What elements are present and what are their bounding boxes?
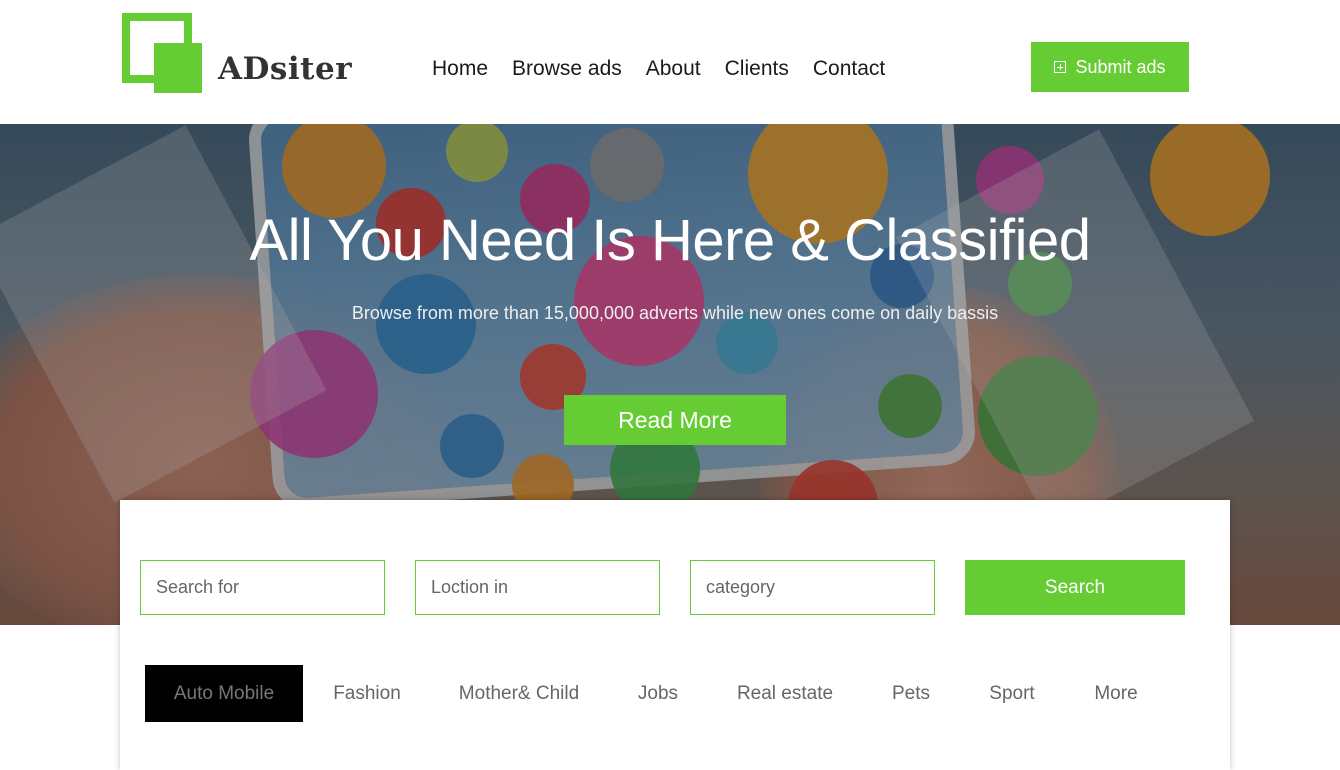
site-header: ADsiter Home Browse ads About Clients Co… [0,0,1340,124]
tab-pets[interactable]: Pets [861,665,961,722]
submit-ads-label: Submit ads [1075,56,1166,77]
nav-contact[interactable]: Contact [813,57,885,81]
site-logo[interactable]: ADsiter [122,13,362,95]
tab-jobs[interactable]: Jobs [607,665,709,722]
hero-title: All You Need Is Here & Classified [249,208,1091,273]
nav-about[interactable]: About [646,57,701,81]
nav-clients[interactable]: Clients [725,57,789,81]
read-more-button[interactable]: Read More [564,395,786,445]
category-tabs: Auto Mobile Fashion Mother& Child Jobs R… [145,665,1169,722]
hero-subtitle: Browse from more than 15,000,000 adverts… [351,303,999,323]
tab-mother-child[interactable]: Mother& Child [431,665,607,722]
tab-auto-mobile[interactable]: Auto Mobile [145,665,303,722]
main-nav: Home Browse ads About Clients Contact [420,57,897,81]
search-panel: Search Auto Mobile Fashion Mother& Child… [120,500,1230,770]
tab-more[interactable]: More [1063,665,1169,722]
tab-fashion[interactable]: Fashion [303,665,431,722]
search-query-input[interactable] [140,560,385,615]
plus-square-icon [1054,61,1067,73]
nav-home[interactable]: Home [432,57,488,81]
search-button[interactable]: Search [965,560,1185,615]
search-category-input[interactable] [690,560,935,615]
search-location-input[interactable] [415,560,660,615]
tab-real-estate[interactable]: Real estate [709,665,861,722]
logo-text: ADsiter [218,51,353,87]
nav-browse-ads[interactable]: Browse ads [512,57,622,81]
submit-ads-button[interactable]: Submit ads [1031,42,1189,92]
tab-sport[interactable]: Sport [961,665,1063,722]
logo-filled-square [154,43,202,93]
